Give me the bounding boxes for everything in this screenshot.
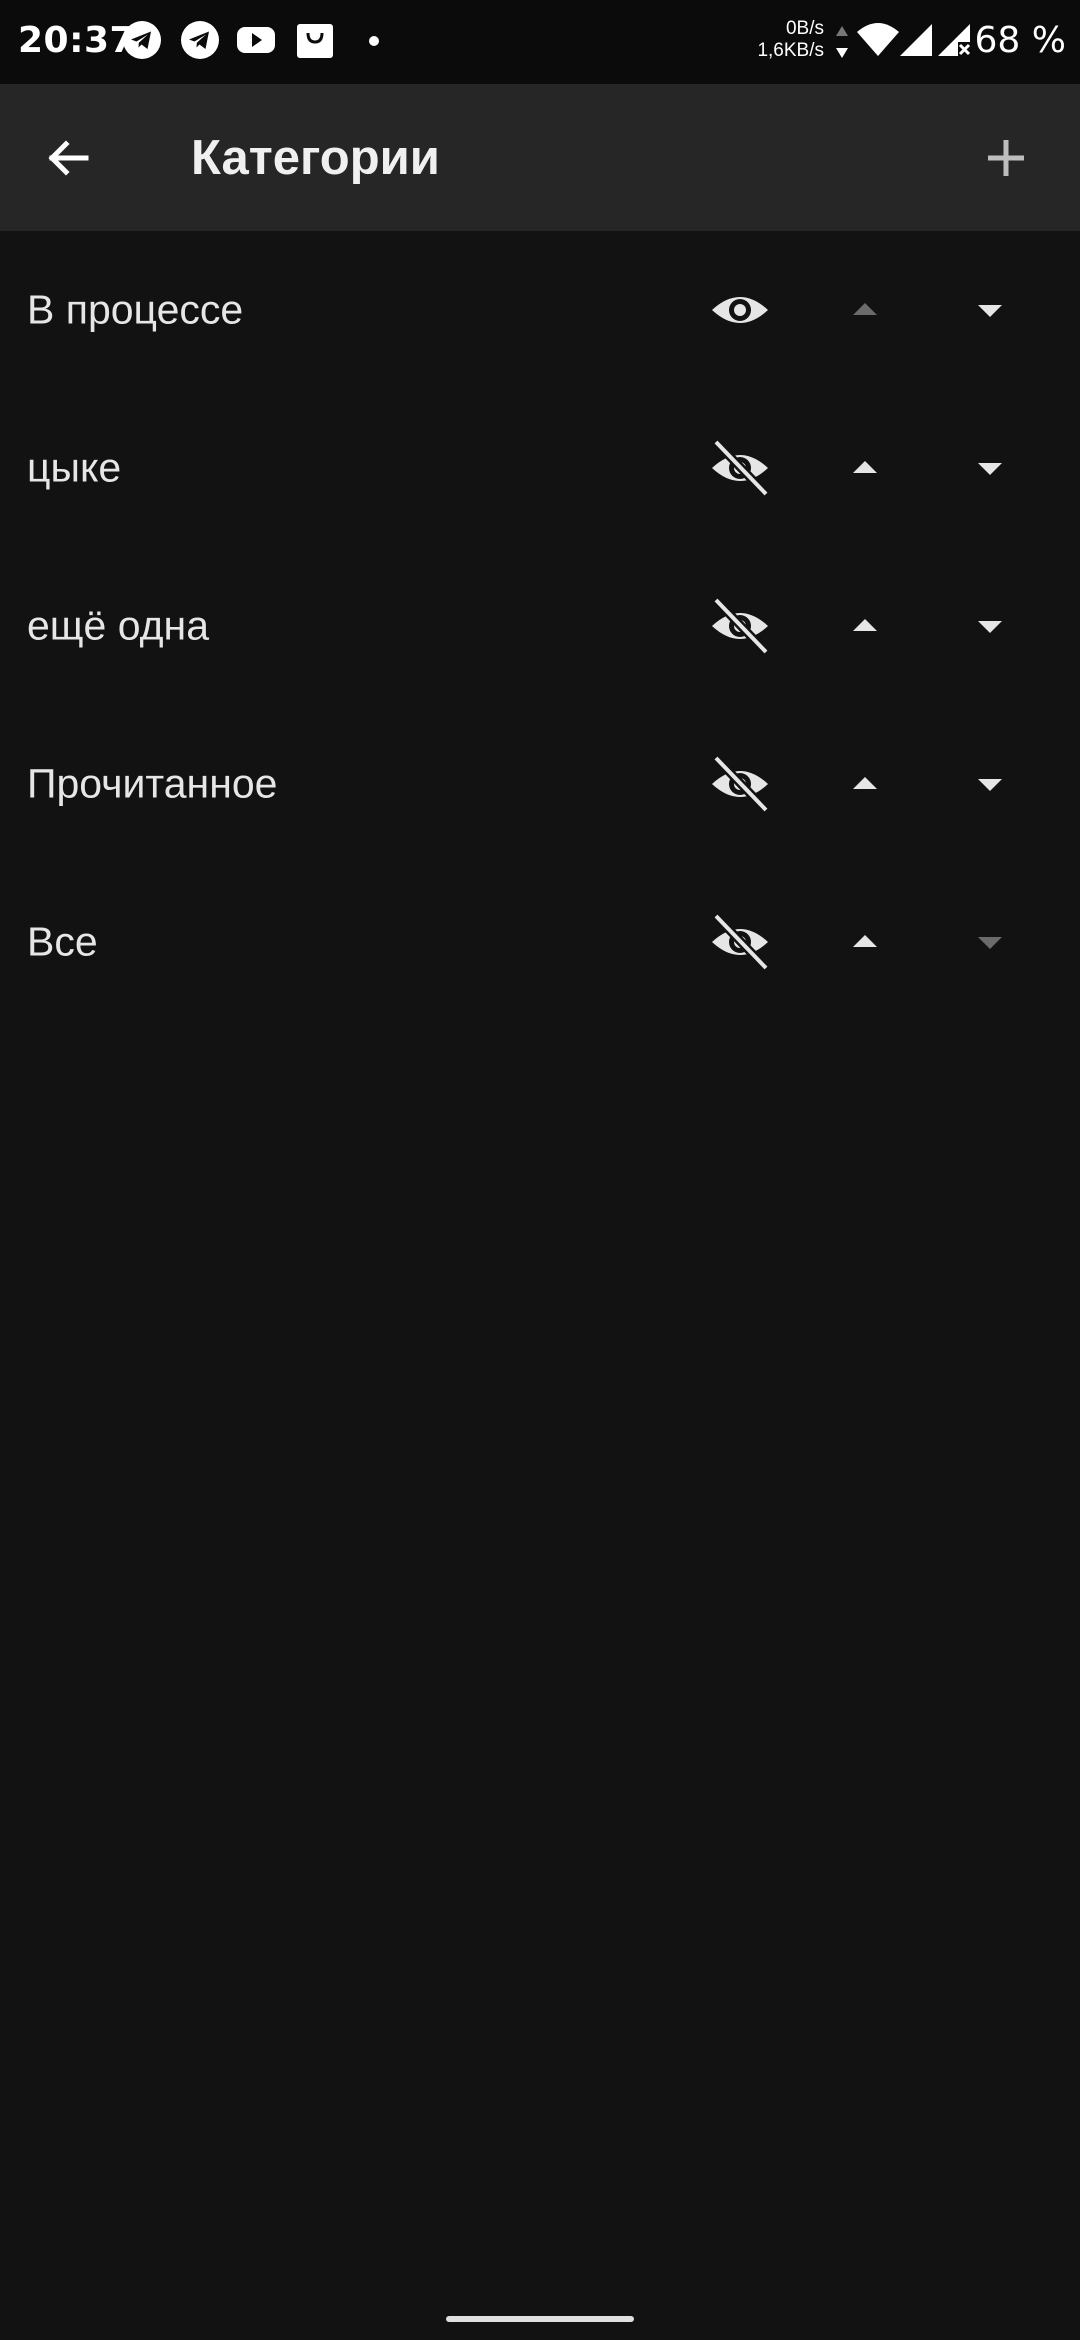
move-down-button[interactable] bbox=[950, 744, 1030, 824]
arrow-drop-up-icon bbox=[853, 935, 877, 947]
arrow-drop-down-icon bbox=[978, 779, 1002, 791]
category-row: ещё одна bbox=[0, 547, 1080, 705]
category-name: Все bbox=[27, 918, 98, 965]
network-speed: 0B/s 1,6KB/s bbox=[757, 18, 824, 62]
eye-icon bbox=[712, 297, 768, 323]
move-up-button[interactable] bbox=[825, 744, 905, 824]
arrow-drop-down-icon bbox=[978, 463, 1002, 475]
arrow-drop-down-icon bbox=[978, 305, 1002, 317]
move-up-button[interactable] bbox=[825, 902, 905, 982]
home-indicator[interactable] bbox=[446, 2316, 634, 2322]
arrow-drop-up-icon bbox=[853, 619, 877, 631]
arrow-back-icon bbox=[48, 140, 89, 176]
move-up-button[interactable] bbox=[825, 586, 905, 666]
arrow-drop-up-icon bbox=[853, 777, 877, 789]
move-down-button[interactable] bbox=[950, 586, 1030, 666]
status-bar: 20:37 0B/s 1,6KB/s 68 % bbox=[0, 0, 1080, 84]
category-row: В процессе bbox=[0, 231, 1080, 389]
arrow-drop-up-icon bbox=[853, 303, 877, 315]
net-up-speed: 0B/s bbox=[785, 18, 824, 39]
toggle-visibility-button[interactable] bbox=[700, 586, 780, 666]
app-bar: Категории bbox=[0, 84, 1080, 231]
toggle-visibility-button[interactable] bbox=[700, 270, 780, 350]
signal-no-service-icon bbox=[938, 24, 971, 56]
category-row: цыке bbox=[0, 389, 1080, 547]
move-down-button bbox=[950, 902, 1030, 982]
move-up-button bbox=[825, 270, 905, 350]
category-row: Все bbox=[0, 863, 1080, 1021]
category-name: ещё одна bbox=[27, 602, 209, 649]
toggle-visibility-button[interactable] bbox=[700, 744, 780, 824]
eye-off-icon bbox=[712, 438, 770, 498]
telegram-icon bbox=[123, 21, 161, 59]
eye-off-icon bbox=[712, 912, 770, 972]
wifi-icon bbox=[857, 23, 899, 56]
net-down-speed: 1,6KB/s bbox=[757, 40, 824, 61]
back-button[interactable] bbox=[34, 124, 102, 192]
arrow-drop-down-icon bbox=[978, 937, 1002, 949]
add-icon bbox=[988, 140, 1024, 176]
move-down-button[interactable] bbox=[950, 428, 1030, 508]
category-name: Прочитанное bbox=[27, 760, 278, 807]
notification-dot-icon bbox=[369, 36, 379, 46]
move-down-button[interactable] bbox=[950, 270, 1030, 350]
eye-off-icon bbox=[712, 754, 770, 814]
arrow-drop-down-icon bbox=[978, 621, 1002, 633]
telegram-icon bbox=[181, 21, 219, 59]
status-time: 20:37 bbox=[18, 20, 136, 61]
eye-off-icon bbox=[712, 596, 770, 656]
category-name: цыке bbox=[27, 444, 122, 491]
toggle-visibility-button[interactable] bbox=[700, 902, 780, 982]
signal-icon bbox=[900, 24, 932, 56]
toggle-visibility-button[interactable] bbox=[700, 428, 780, 508]
move-up-button[interactable] bbox=[825, 428, 905, 508]
page-title: Категории bbox=[191, 131, 440, 185]
arrow-drop-up-icon bbox=[853, 461, 877, 473]
data-activity-icon bbox=[836, 26, 848, 58]
youtube-icon bbox=[237, 27, 275, 53]
add-category-button[interactable] bbox=[972, 124, 1040, 192]
category-row: Прочитанное bbox=[0, 705, 1080, 863]
category-name: В процессе bbox=[27, 286, 244, 333]
battery-level: 68 % bbox=[974, 20, 1066, 61]
shopping-bag-icon bbox=[297, 24, 333, 58]
